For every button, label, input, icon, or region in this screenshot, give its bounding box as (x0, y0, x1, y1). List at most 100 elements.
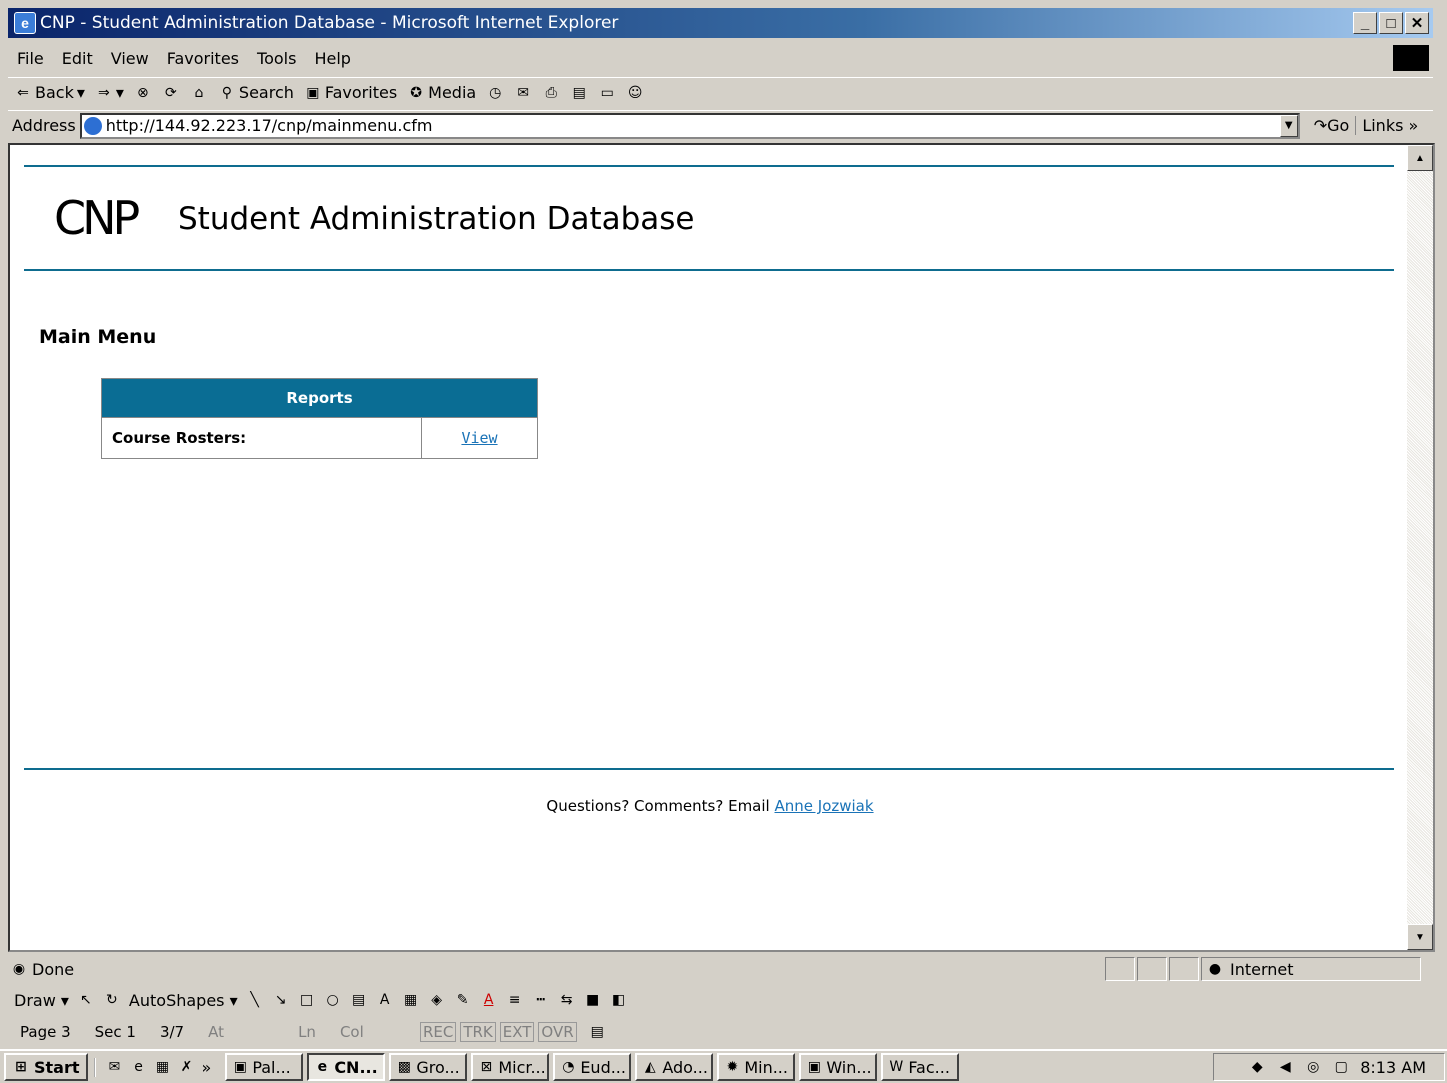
taskbar-item[interactable]: ⊠ Micr... (471, 1053, 550, 1081)
links-button[interactable]: Links » (1355, 116, 1424, 135)
trk-indicator[interactable]: TRK (460, 1022, 496, 1042)
app-icon[interactable]: ✗ (178, 1058, 196, 1076)
favorites-button[interactable]: ▣ Favorites (304, 83, 397, 102)
rectangle-icon[interactable]: □ (298, 991, 316, 1009)
line-style-icon[interactable]: ≡ (506, 991, 524, 1009)
page-count: 3/7 (159, 1023, 185, 1041)
dash-style-icon[interactable]: ┅ (532, 991, 550, 1009)
ext-indicator[interactable]: EXT (499, 1022, 535, 1042)
word-status-bar: Page 3 Sec 1 3/7 At Ln Col REC TRK EXT O… (8, 1019, 1435, 1045)
vertical-scrollbar[interactable]: ▲ ▼ (1407, 145, 1433, 950)
eudora-icon: ◔ (562, 1059, 575, 1075)
taskbar-item-active[interactable]: e CN... (307, 1053, 386, 1081)
menu-edit[interactable]: Edit (53, 49, 102, 68)
ovr-indicator[interactable]: OVR (538, 1022, 577, 1042)
scroll-up-button[interactable]: ▲ (1407, 145, 1433, 171)
status-segment (1137, 957, 1167, 981)
fill-color-icon[interactable]: ◈ (428, 991, 446, 1009)
line-icon[interactable]: ╲ (246, 991, 264, 1009)
media-icon: ✪ (410, 84, 423, 101)
arrow-icon[interactable]: ↘ (272, 991, 290, 1009)
refresh-icon[interactable]: ⟳ (162, 84, 180, 102)
page-title: Student Administration Database (178, 201, 695, 237)
draw-menu[interactable]: Draw ▾ (14, 991, 69, 1010)
desktop-icon[interactable]: ▦ (154, 1058, 172, 1076)
textbox-icon[interactable]: ▤ (350, 991, 368, 1009)
menu-favorites[interactable]: Favorites (158, 49, 248, 68)
at-indicator: At (208, 1023, 224, 1041)
taskbar-item[interactable]: ▩ Gro... (389, 1053, 468, 1081)
top-divider (24, 165, 1394, 167)
discuss-icon[interactable]: ▭ (598, 84, 616, 102)
volume-icon[interactable]: ◀ (1276, 1058, 1294, 1076)
minimize-button[interactable]: _ (1353, 12, 1377, 34)
outlook-icon[interactable]: ✉ (106, 1058, 124, 1076)
menu-file[interactable]: File (8, 49, 53, 68)
close-button[interactable]: ✕ (1405, 12, 1429, 34)
select-arrow-icon[interactable]: ↖ (77, 991, 95, 1009)
address-dropdown-button[interactable]: ▼ (1279, 114, 1298, 137)
back-arrow-icon: ⇐ (17, 84, 29, 101)
address-url: http://144.92.223.17/cnp/mainmenu.cfm (105, 116, 433, 135)
messenger-icon[interactable]: ☺ (626, 84, 644, 102)
scroll-down-button[interactable]: ▼ (1407, 924, 1433, 950)
email-link[interactable]: Anne Jozwiak (775, 797, 874, 815)
col-indicator: Col (339, 1023, 364, 1041)
3d-icon[interactable]: ◧ (610, 991, 628, 1009)
search-icon: ⚲ (221, 84, 233, 101)
groupwise-icon: ▩ (397, 1059, 411, 1075)
taskbar-item[interactable]: ✹ Min... (717, 1053, 796, 1081)
oval-icon[interactable]: ○ (324, 991, 342, 1009)
taskbar-item[interactable]: W Fac... (881, 1053, 960, 1081)
view-link[interactable]: View (461, 429, 497, 447)
ie-quick-icon[interactable]: e (130, 1058, 148, 1076)
palm-icon: ▣ (233, 1059, 247, 1075)
arrow-style-icon[interactable]: ⇆ (558, 991, 576, 1009)
tray-app-icon[interactable]: ◆ (1248, 1058, 1266, 1076)
history-icon[interactable]: ◷ (486, 84, 504, 102)
taskbar-item[interactable]: ◔ Eud... (553, 1053, 632, 1081)
search-button[interactable]: ⚲ Search (218, 83, 294, 102)
fn-icon[interactable]: ▢ (1332, 1058, 1350, 1076)
rec-indicator[interactable]: REC (419, 1022, 457, 1042)
favorites-icon: ▣ (306, 84, 320, 101)
window-title: CNP - Student Administration Database - … (40, 13, 619, 33)
rotate-icon[interactable]: ↻ (103, 991, 121, 1009)
mail-icon[interactable]: ✉ (514, 84, 532, 102)
taskbar-item[interactable]: ▣ Win... (799, 1053, 878, 1081)
home-icon[interactable]: ⌂ (190, 84, 208, 102)
windows-logo-icon (1393, 45, 1429, 71)
clock[interactable]: 8:13 AM (1360, 1058, 1426, 1077)
shadow-icon[interactable]: ■ (584, 991, 602, 1009)
more-chevron-icon[interactable]: » (202, 1058, 212, 1077)
chevron-down-icon[interactable]: ▾ (116, 83, 124, 102)
media-button[interactable]: ✪ Media (407, 83, 476, 102)
forward-button[interactable]: ⇒ ▾ (95, 83, 124, 102)
windows-flag-icon: ⊞ (15, 1059, 27, 1075)
taskbar-item[interactable]: ◭ Ado... (635, 1053, 714, 1081)
menu-help[interactable]: Help (305, 49, 359, 68)
start-button[interactable]: ⊞ Start (4, 1053, 88, 1081)
address-input[interactable]: http://144.92.223.17/cnp/mainmenu.cfm ▼ (79, 112, 1300, 139)
menu-tools[interactable]: Tools (248, 49, 305, 68)
footer-text: Questions? Comments? Email (546, 797, 770, 815)
line-color-icon[interactable]: ✎ (454, 991, 472, 1009)
wordart-icon[interactable]: A (376, 991, 394, 1009)
maximize-button[interactable]: □ (1379, 12, 1403, 34)
chevron-down-icon[interactable]: ▾ (77, 83, 85, 102)
print-icon[interactable]: ⎙ (542, 84, 560, 102)
edit-icon[interactable]: ▤ (570, 84, 588, 102)
go-button[interactable]: ↷Go (1300, 116, 1356, 135)
back-button[interactable]: ⇐ Back ▾ (14, 83, 85, 102)
network-icon[interactable]: ◎ (1304, 1058, 1322, 1076)
spelling-status-icon[interactable]: ▤ (579, 1023, 604, 1041)
title-bar: e CNP - Student Administration Database … (8, 8, 1433, 38)
taskbar-item[interactable]: ▣ Pal... (225, 1053, 304, 1081)
autoshapes-menu[interactable]: AutoShapes ▾ (129, 991, 238, 1010)
clipart-icon[interactable]: ▦ (402, 991, 420, 1009)
stop-icon[interactable]: ⊗ (134, 84, 152, 102)
menu-view[interactable]: View (102, 49, 158, 68)
acrobat-icon: ◭ (644, 1059, 656, 1075)
font-color-icon[interactable]: A (480, 991, 498, 1009)
page-viewport: CNP Student Administration Database Main… (8, 143, 1435, 952)
